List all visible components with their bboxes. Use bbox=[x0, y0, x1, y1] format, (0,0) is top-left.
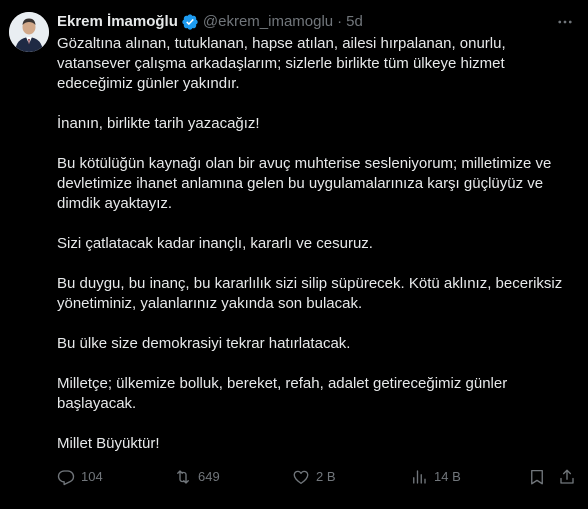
avatar-photo bbox=[9, 12, 49, 52]
views-count: 14 B bbox=[434, 469, 461, 484]
tweet-paragraph: Sizi çatlatacak kadar inançlı, kararlı v… bbox=[57, 235, 373, 252]
views-chart-icon bbox=[413, 470, 426, 484]
separator-dot: · bbox=[337, 13, 343, 30]
tweet-paragraph: Bu ülke size demokrasiyi tekrar hatırlat… bbox=[57, 335, 351, 352]
retweet-button[interactable]: 649 bbox=[174, 466, 220, 488]
share-icon bbox=[560, 469, 574, 484]
tweet-timestamp[interactable]: 5d bbox=[346, 12, 363, 32]
views-button[interactable]: 14 B bbox=[410, 466, 461, 488]
tweet-paragraph: Milletçe; ülkemize bolluk, bereket, refa… bbox=[57, 375, 508, 412]
share-button[interactable] bbox=[558, 466, 576, 488]
tweet-action-bar: 104 649 2 B 14 B bbox=[57, 466, 577, 488]
bookmark-icon bbox=[531, 469, 543, 485]
reply-button[interactable]: 104 bbox=[57, 466, 103, 488]
reply-count: 104 bbox=[81, 469, 103, 484]
tweet-paragraph: Millet Büyüktür! bbox=[57, 435, 160, 452]
heart-icon bbox=[293, 470, 309, 485]
retweet-count: 649 bbox=[198, 469, 220, 484]
retweet-icon bbox=[177, 470, 189, 484]
author-display-name[interactable]: Ekrem İmamoğlu bbox=[57, 12, 178, 32]
like-button[interactable]: 2 B bbox=[292, 466, 336, 488]
bookmark-button[interactable] bbox=[528, 466, 546, 488]
like-count: 2 B bbox=[316, 469, 336, 484]
tweet-paragraph: Bu duygu, bu inanç, bu kararlılık sizi s… bbox=[57, 275, 563, 312]
verified-badge-icon bbox=[181, 13, 199, 31]
tweet-text: Gözaltına alınan, tutuklanan, hapse atıl… bbox=[57, 34, 573, 454]
tweet-paragraph: Bu kötülüğün kaynağı olan bir avuç muhte… bbox=[57, 155, 552, 212]
avatar[interactable] bbox=[9, 12, 49, 52]
reply-icon bbox=[57, 470, 75, 486]
tweet-paragraph: İnanın, birlikte tarih yazacağız! bbox=[57, 115, 260, 132]
tweet-paragraph: Gözaltına alınan, tutuklanan, hapse atıl… bbox=[57, 35, 506, 92]
tweet-header: Ekrem İmamoğlu @ekrem_imamoglu · 5d bbox=[57, 12, 573, 32]
more-options-button[interactable] bbox=[555, 12, 575, 32]
author-handle[interactable]: @ekrem_imamoglu bbox=[203, 12, 333, 32]
tweet: Ekrem İmamoğlu @ekrem_imamoglu · 5d Göza… bbox=[0, 0, 588, 509]
tweet-content: Ekrem İmamoğlu @ekrem_imamoglu · 5d Göza… bbox=[57, 12, 573, 454]
more-dots-icon bbox=[558, 20, 572, 24]
